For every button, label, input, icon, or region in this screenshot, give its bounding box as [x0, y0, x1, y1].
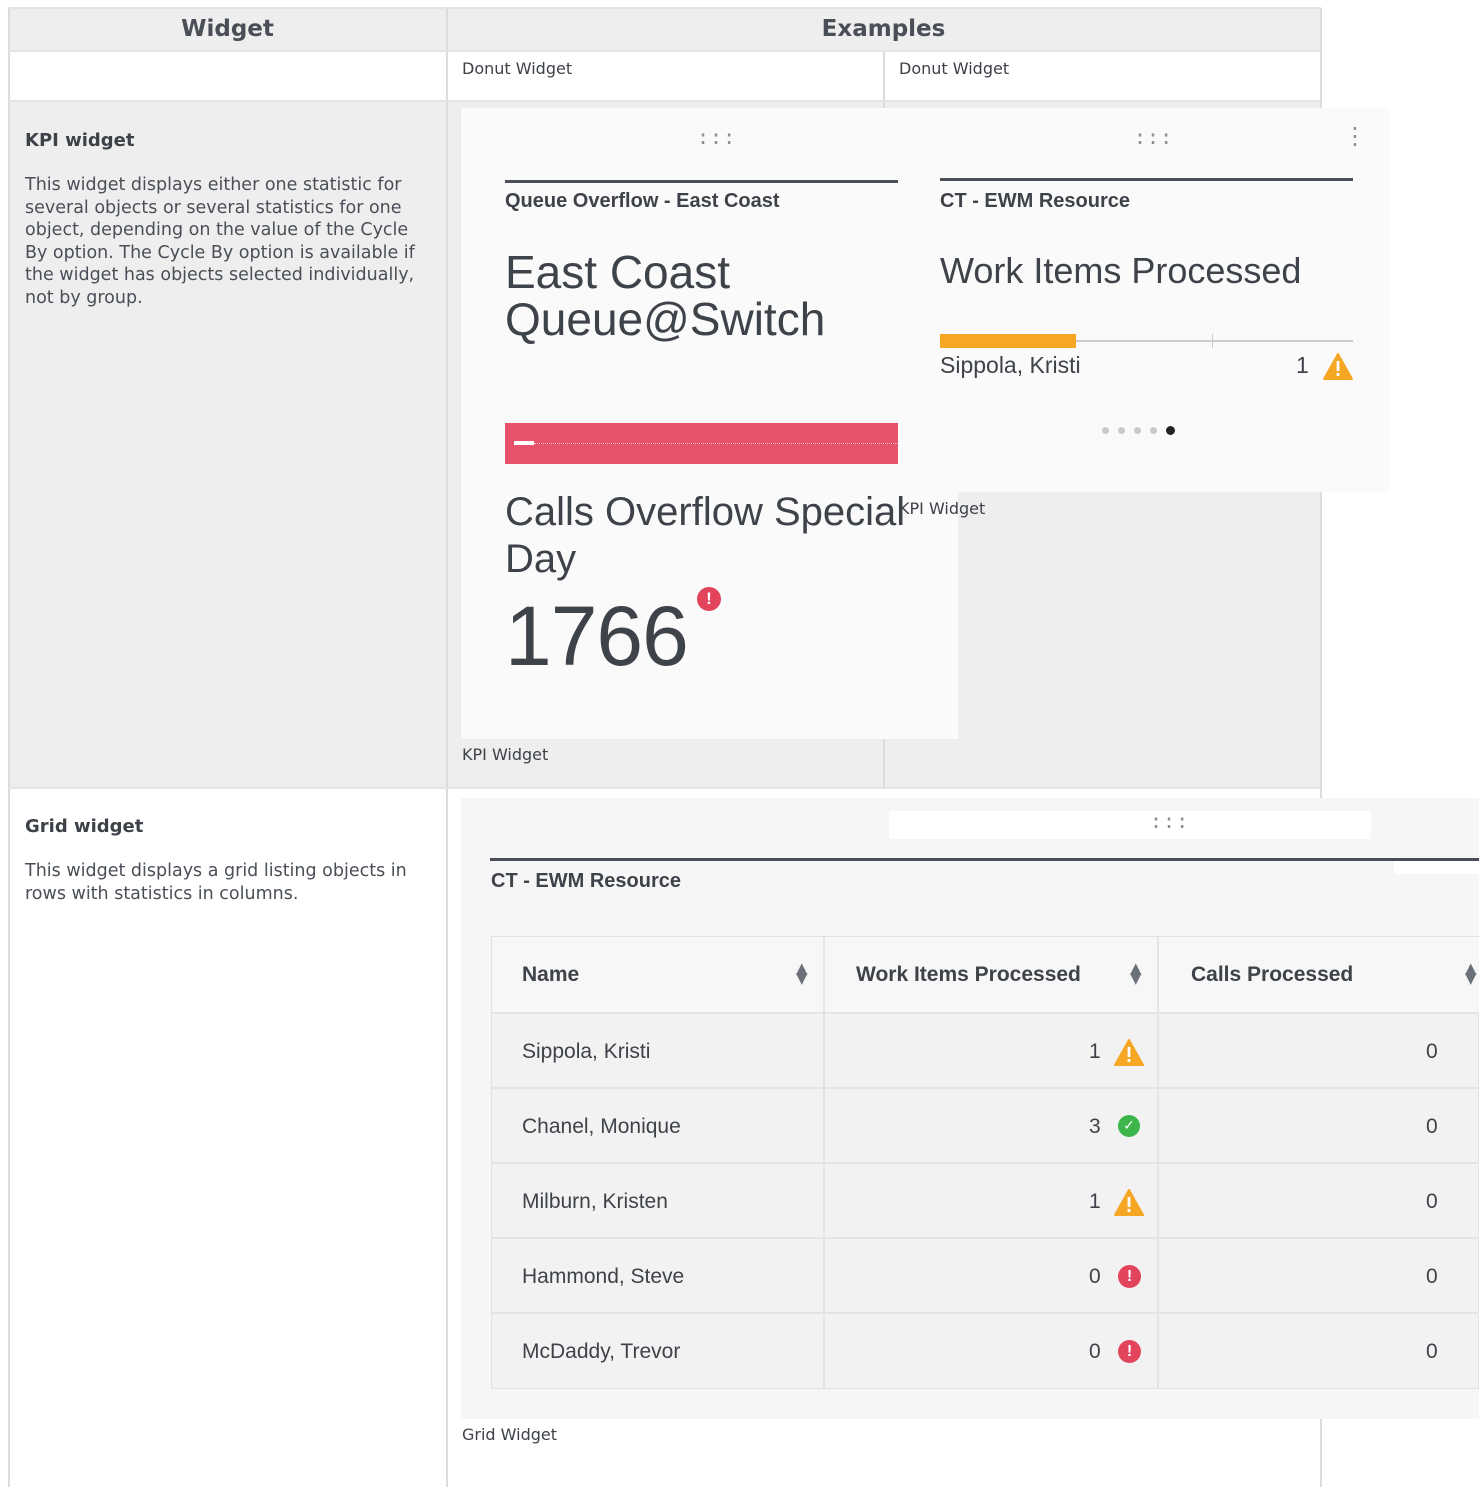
kpi-statistic-line-2: Day	[505, 537, 577, 581]
grid-row-separator	[492, 1162, 1479, 1164]
column-header-widget: Widget	[181, 16, 274, 42]
kpi-value: 1766	[505, 589, 689, 683]
grid-widget-toolbar-right	[1394, 860, 1479, 874]
error-icon: !	[1118, 1265, 1141, 1288]
grid-cell-work-items: 0	[1089, 1265, 1101, 1288]
grid-caption: Grid Widget	[462, 1425, 558, 1444]
kpi-progress-tick	[1212, 334, 1213, 348]
error-icon: !	[697, 587, 721, 611]
row-divider	[8, 100, 1321, 102]
kpi-row-title: KPI widget	[25, 130, 135, 151]
grid-row-separator	[492, 1087, 1479, 1089]
kpi-status-bar-marker	[514, 441, 534, 445]
kpi-pager	[1102, 425, 1175, 435]
kpi-progress-fill	[940, 334, 1076, 348]
grid-row-separator	[492, 1237, 1479, 1239]
row-divider	[8, 50, 1321, 52]
error-icon: !	[1118, 1340, 1141, 1363]
kpi-caption-left: KPI Widget	[462, 745, 549, 764]
row-divider	[8, 787, 1321, 789]
grid-cell-name: McDaddy, Trevor	[522, 1340, 681, 1363]
grid-cell-name: Milburn, Kristen	[522, 1190, 668, 1213]
sort-icon[interactable]: ▲ ▼	[1465, 961, 1477, 986]
grid-cell-name: Chanel, Monique	[522, 1115, 681, 1138]
pager-dot[interactable]	[1150, 426, 1157, 434]
grid-cell-work-items: 1	[1089, 1040, 1101, 1063]
grid-row-separator	[492, 1312, 1479, 1314]
drag-handle-icon[interactable]: :::	[697, 125, 736, 149]
donut-caption-left: Donut Widget	[462, 59, 573, 78]
column-header-calls-processed[interactable]: Calls Processed	[1191, 963, 1353, 987]
column-header-name[interactable]: Name	[522, 963, 579, 987]
grid-cell-work-items: 1	[1089, 1190, 1101, 1213]
grid-divider	[490, 858, 1479, 861]
kpi-statistic: Work Items Processed	[940, 250, 1302, 291]
warning-icon	[1114, 1189, 1144, 1216]
table-border-top	[8, 7, 1321, 9]
grid-row-title: Grid widget	[25, 816, 144, 837]
more-menu-icon[interactable]: ⋮	[1343, 122, 1367, 150]
warning-icon	[1114, 1039, 1144, 1066]
grid-cell-calls: 0	[1426, 1340, 1438, 1363]
kpi-subtitle: CT - EWM Resource	[940, 190, 1131, 212]
kpi-object-name: Sippola, Kristi	[940, 352, 1081, 378]
kpi-subtitle: Queue Overflow - East Coast	[505, 190, 780, 212]
warning-icon	[1323, 353, 1353, 380]
pager-dot[interactable]	[1134, 426, 1141, 434]
column-header-work-items-processed[interactable]: Work Items Processed	[856, 963, 1081, 987]
grid-cell-name: Hammond, Steve	[522, 1265, 685, 1288]
kpi-statistic-line-1: Calls Overflow Special	[505, 490, 906, 534]
kpi-divider	[940, 178, 1353, 181]
kpi-row-description: This widget displays either one statisti…	[25, 175, 415, 308]
table-column-divider	[446, 8, 448, 1487]
grid-cell-calls: 0	[1426, 1265, 1438, 1288]
kpi-object-name-line-1: East Coast	[505, 246, 730, 298]
donut-row	[8, 51, 1321, 101]
grid-subtitle: CT - EWM Resource	[491, 870, 682, 892]
table-border-left	[8, 8, 10, 1487]
donut-caption-right: Donut Widget	[899, 59, 1010, 78]
drag-handle-icon[interactable]: :::	[1150, 809, 1189, 833]
grid-row-description: This widget displays a grid listing obje…	[25, 861, 407, 904]
grid-cell-work-items: 0	[1089, 1340, 1101, 1363]
drag-handle-icon[interactable]: :::	[1134, 125, 1173, 149]
kpi-divider	[505, 180, 898, 183]
grid-cell-calls: 0	[1426, 1190, 1438, 1213]
grid-cell-calls: 0	[1426, 1115, 1438, 1138]
kpi-value: 1	[1296, 352, 1309, 378]
ok-check-icon: ✓	[1118, 1115, 1140, 1137]
grid-cell-calls: 0	[1426, 1040, 1438, 1063]
kpi-caption-right: KPI Widget	[899, 499, 986, 518]
kpi-object-name-line-2: Queue@Switch	[505, 293, 826, 345]
pager-dot[interactable]	[1166, 425, 1175, 435]
kpi-status-bar-line	[534, 443, 898, 444]
grid-cell-work-items: 3	[1089, 1115, 1101, 1138]
sort-icon[interactable]: ▲ ▼	[1130, 961, 1142, 986]
sort-icon[interactable]: ▲ ▼	[796, 961, 808, 986]
pager-dot[interactable]	[1118, 426, 1125, 434]
grid-widget-toolbar	[889, 811, 1371, 839]
grid-row-separator	[492, 1012, 1479, 1014]
grid-cell-name: Sippola, Kristi	[522, 1040, 651, 1063]
column-header-examples: Examples	[821, 16, 946, 42]
pager-dot[interactable]	[1102, 426, 1109, 434]
